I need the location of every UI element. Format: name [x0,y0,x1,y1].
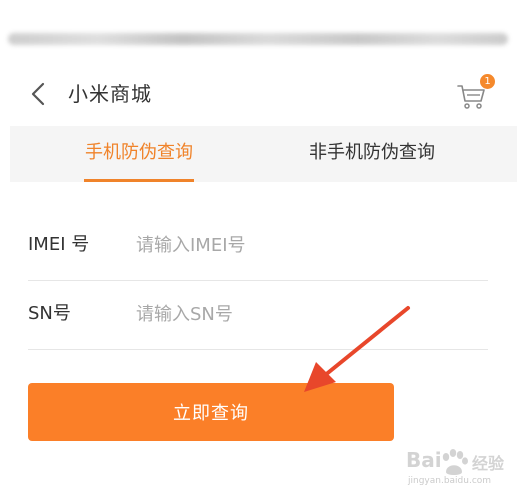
imei-row: IMEI 号 [28,212,488,281]
tab-bar: 手机防伪查询 非手机防伪查询 [10,126,517,182]
watermark-url: jingyan.baidu.com [408,476,492,486]
sn-row: SN号 [28,281,488,350]
watermark-suffix: 经验 [472,454,505,473]
watermark-brand: Bai [406,448,442,472]
baidu-paw-icon [442,449,468,475]
tab-phone-verify[interactable]: 手机防伪查询 [84,140,194,182]
blurred-status-area [0,0,527,62]
cart-button[interactable]: 1 [456,74,496,114]
query-now-button[interactable]: 立即查询 [28,383,394,441]
cart-badge: 1 [480,74,495,89]
blurred-text-strip [8,33,508,45]
sn-input[interactable] [136,299,476,329]
active-tab-indicator [84,179,194,182]
baidu-watermark: Bai 经验 jingyan.baidu.com [406,440,522,490]
imei-input[interactable] [136,230,476,260]
sn-label: SN号 [28,303,71,324]
imei-label: IMEI 号 [28,234,90,255]
page-title: 小米商城 [68,82,152,106]
nav-bar: 小米商城 1 [10,62,517,126]
chevron-left-icon[interactable] [28,82,50,106]
tab-nonphone-verify[interactable]: 非手机防伪查询 [300,140,444,182]
